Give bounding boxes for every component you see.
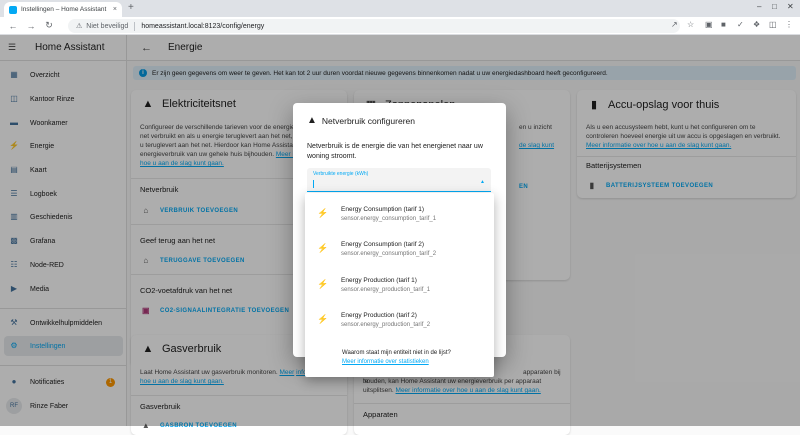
new-tab-button[interactable]: + [128,2,134,13]
entity-dropdown-list: ⚡ Energy Consumption (tarif 1) sensor.ene… [305,193,494,377]
dropdown-arrow-icon[interactable]: ▲ [480,179,485,185]
energy-entity-select[interactable]: Verbruikte energie (kWh) ▲ [307,168,491,192]
tab-close-icon[interactable]: × [113,6,117,13]
menu-dots-icon[interactable]: ⋮ [785,20,793,29]
forward-icon[interactable]: → [26,21,36,31]
dropdown-footer: Waarom staat mijn entiteit niet in de li… [342,349,451,367]
tab-title: Instellingen – Home Assistant [21,6,107,13]
list-item[interactable]: ⚡ Energy Consumption (tarif 1) sensor.ene… [305,196,494,231]
minimize-icon[interactable]: – [757,2,761,11]
warning-icon: ⚠ [76,23,83,30]
extension-ublock-icon[interactable]: ■ [721,20,726,29]
star-icon[interactable]: ☆ [687,20,694,29]
list-item[interactable]: ⚡ Energy Consumption (tarif 2) sensor.ene… [305,231,494,266]
dialog-title: ▲ Netverbruik configureren [307,115,415,126]
extension-b-icon[interactable]: ▣ [705,20,713,29]
dialog-description: Netverbruik is de energie die van het en… [307,143,483,160]
field-label: Verbruikte energie (kWh) [313,171,369,177]
browser-toolbar: ← → ↻ ⚠ Niet beveiligd homeassistant.loc… [0,17,800,35]
statistics-info-link[interactable]: Meer informatie over statistieken [342,359,429,365]
puzzle-icon[interactable]: ❖ [753,20,760,29]
url-text: homeassistant.local:8123/config/energy [141,22,265,30]
footer-question: Waarom staat mijn entiteit niet in de li… [342,350,451,356]
back-icon[interactable]: ← [8,21,18,31]
home-assistant-favicon-icon [9,5,17,14]
close-window-icon[interactable]: ✕ [787,2,794,11]
address-bar[interactable]: ⚠ Niet beveiligd homeassistant.local:812… [68,19,680,33]
maximize-icon[interactable]: □ [772,2,777,11]
lightning-icon: ⚡ [317,243,329,253]
share-icon[interactable]: ↗ [671,20,678,29]
list-item[interactable]: ⚡ Energy Production (tarif 1) sensor.ener… [305,267,494,302]
lightning-icon: ⚡ [317,279,329,289]
browser-tab[interactable]: Instellingen – Home Assistant × [4,2,122,17]
lightning-icon: ⚡ [317,314,329,324]
security-label: Niet beveiligd [86,22,129,30]
sidebar-panel-icon[interactable]: ◫ [769,20,777,29]
reload-icon[interactable]: ↻ [44,20,54,31]
browser-tabbar: Instellingen – Home Assistant × + – □ ✕ [0,0,800,17]
transmission-tower-icon: ▲ [307,115,317,126]
extension-icon[interactable]: ✓ [737,20,744,29]
lightning-icon: ⚡ [317,208,329,218]
list-item[interactable]: ⚡ Energy Production (tarif 2) sensor.ener… [305,302,494,337]
